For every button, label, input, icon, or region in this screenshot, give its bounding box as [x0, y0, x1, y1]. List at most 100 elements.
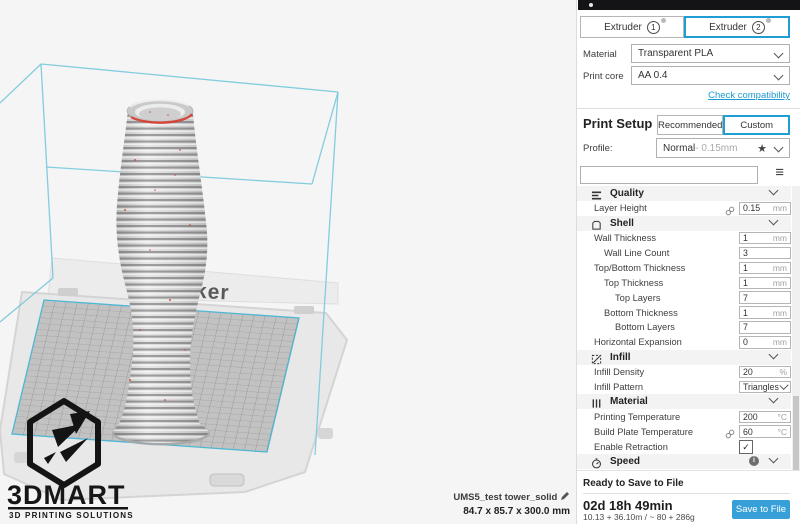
- setting-row-bottom-thickness[interactable]: Bottom Thickness 1mm: [577, 305, 791, 320]
- extruder-1-number: 1: [647, 21, 660, 34]
- setting-label: Wall Line Count: [604, 248, 669, 258]
- chevron-down-icon: [769, 215, 779, 225]
- setting-row-build-plate-temperature[interactable]: Build Plate Temperature60°C: [577, 424, 791, 439]
- print-setup-title: Print Setup: [583, 116, 652, 131]
- print-core-label: Print core: [583, 71, 624, 82]
- chevron-down-icon: [774, 49, 784, 59]
- setting-row-top-bottom-thickness[interactable]: Top/Bottom Thickness1mm: [577, 260, 791, 275]
- tab-extruder-2[interactable]: Extruder 2: [684, 16, 790, 38]
- section-label: Material: [610, 396, 648, 407]
- plate-clip: [58, 288, 78, 296]
- setting-row-wall-thickness[interactable]: Wall Thickness 1mm: [577, 231, 791, 246]
- setting-label: Bottom Thickness: [604, 308, 678, 318]
- value-input[interactable]: 20%: [739, 366, 791, 379]
- value-input[interactable]: 7: [739, 291, 791, 304]
- material-row: Material Transparent PLA: [583, 44, 790, 63]
- shell-icon: [591, 218, 602, 229]
- chevron-down-icon: [774, 71, 784, 81]
- model-name: UMS5_test tower_solid: [453, 492, 557, 503]
- scrollbar[interactable]: [792, 186, 800, 470]
- value-input[interactable]: 3: [739, 247, 791, 260]
- save-to-file-button[interactable]: Save to File: [732, 500, 790, 519]
- value-input[interactable]: 1mm: [739, 232, 791, 245]
- setting-row-top-thickness[interactable]: Top Thickness1mm: [577, 275, 791, 290]
- value-input[interactable]: 1mm: [739, 277, 791, 290]
- section-header-material[interactable]: Material: [577, 394, 791, 409]
- settings-list: QualityLayer Height0.15mmShellWall Thick…: [577, 186, 791, 470]
- value-input[interactable]: 1mm: [739, 262, 791, 275]
- settings-menu-icon[interactable]: ≡: [775, 164, 784, 182]
- setting-label: Top Layers: [615, 293, 660, 303]
- setting-row-top-layers[interactable]: Top Layers 7: [577, 290, 791, 305]
- material-icon: [591, 396, 602, 407]
- viewport-3d[interactable]: aker: [0, 0, 576, 524]
- setting-label: Wall Thickness: [594, 233, 656, 243]
- setting-row-infill-pattern[interactable]: Infill PatternTriangles: [577, 380, 791, 395]
- profile-row: Profile: Normal - 0.15mm ★: [583, 138, 790, 158]
- print-core-dropdown[interactable]: AA 0.4: [631, 66, 790, 85]
- favorite-star-icon[interactable]: ★: [757, 142, 767, 155]
- material-color-dot: [766, 18, 771, 23]
- section-label: Speed: [610, 456, 640, 467]
- material-label: Material: [583, 49, 617, 60]
- section-label: Infill: [610, 352, 631, 363]
- model-dimensions: 84.7 x 85.7 x 300.0 mm: [0, 506, 570, 518]
- chevron-down-icon: [769, 186, 779, 195]
- info-icon[interactable]: i: [749, 456, 759, 466]
- setting-label: Printing Temperature: [594, 412, 680, 422]
- settings-panel: Extruder 1 Extruder 2 Material Transpare…: [576, 0, 800, 524]
- chevron-down-icon: [769, 349, 779, 359]
- cura-window: aker: [0, 0, 800, 524]
- chevron-down-icon: [769, 454, 779, 464]
- setting-row-layer-height[interactable]: Layer Height 0.15mm: [577, 201, 791, 216]
- setting-row-horizontal-expansion[interactable]: Horizontal Expansion0mm: [577, 335, 791, 350]
- check-compatibility-link[interactable]: Check compatibility: [708, 90, 790, 101]
- plate-clip: [318, 428, 333, 439]
- value-input[interactable]: 60°C: [739, 425, 791, 438]
- section-header-shell[interactable]: Shell: [577, 216, 791, 231]
- material-dropdown[interactable]: Transparent PLA: [631, 44, 790, 63]
- value-input[interactable]: 7: [739, 321, 791, 334]
- extruder-tabs: Extruder 1 Extruder 2: [580, 16, 790, 38]
- mode-custom[interactable]: Custom: [723, 115, 790, 135]
- value-input[interactable]: 1mm: [739, 306, 791, 319]
- section-header-infill[interactable]: Infill: [577, 350, 791, 365]
- extruder-2-number: 2: [752, 21, 765, 34]
- value-input[interactable]: 200°C: [739, 411, 791, 424]
- value-input[interactable]: 0mm: [739, 336, 791, 349]
- setting-row-wall-line-count[interactable]: Wall Line Count 3: [577, 246, 791, 261]
- viewport-canvas[interactable]: aker: [0, 0, 576, 524]
- plate-clip: [294, 306, 314, 314]
- divider: [583, 493, 790, 494]
- search-wrap: [580, 164, 758, 182]
- infill-icon: [591, 352, 602, 363]
- setting-row-bottom-layers[interactable]: Bottom Layers 7: [577, 320, 791, 335]
- chevron-down-icon: [774, 143, 784, 153]
- print-core-row: Print core AA 0.4: [583, 66, 790, 85]
- profile-dropdown[interactable]: Normal - 0.15mm ★: [656, 138, 790, 158]
- setting-label: Bottom Layers: [615, 322, 675, 332]
- search-settings-input[interactable]: [580, 166, 758, 184]
- setting-row-infill-density[interactable]: Infill Density20%: [577, 365, 791, 380]
- speed-icon: [591, 456, 602, 467]
- quality-icon: [591, 188, 602, 199]
- section-header-quality[interactable]: Quality: [577, 186, 791, 201]
- top-toolbar: [578, 0, 800, 10]
- mode-recommended[interactable]: Recommended: [657, 115, 723, 135]
- setting-label: Layer Height: [594, 203, 647, 213]
- panel-footer: Ready to Save to File 02d 18h 49min 10.1…: [577, 470, 800, 524]
- value-input[interactable]: 0.15mm: [739, 202, 791, 215]
- checkbox[interactable]: ✓: [739, 440, 753, 454]
- setup-mode-toggle: Recommended Custom: [657, 115, 790, 135]
- scrollbar-thumb[interactable]: [793, 396, 799, 470]
- plate-handle: [210, 474, 244, 486]
- setting-row-enable-retraction[interactable]: Enable Retraction✓: [577, 439, 791, 454]
- model-meta: UMS5_test tower_solid 84.7 x 85.7 x 300.…: [0, 491, 570, 518]
- toolbar-icon: [589, 3, 593, 7]
- chevron-down-icon: [779, 381, 788, 390]
- tab-extruder-1[interactable]: Extruder 1: [580, 16, 684, 38]
- setting-row-printing-temperature[interactable]: Printing Temperature 200°C: [577, 409, 791, 424]
- section-header-speed[interactable]: Speed i: [577, 454, 791, 469]
- value-dropdown[interactable]: Triangles: [739, 381, 791, 394]
- edit-name-icon[interactable]: [560, 491, 570, 505]
